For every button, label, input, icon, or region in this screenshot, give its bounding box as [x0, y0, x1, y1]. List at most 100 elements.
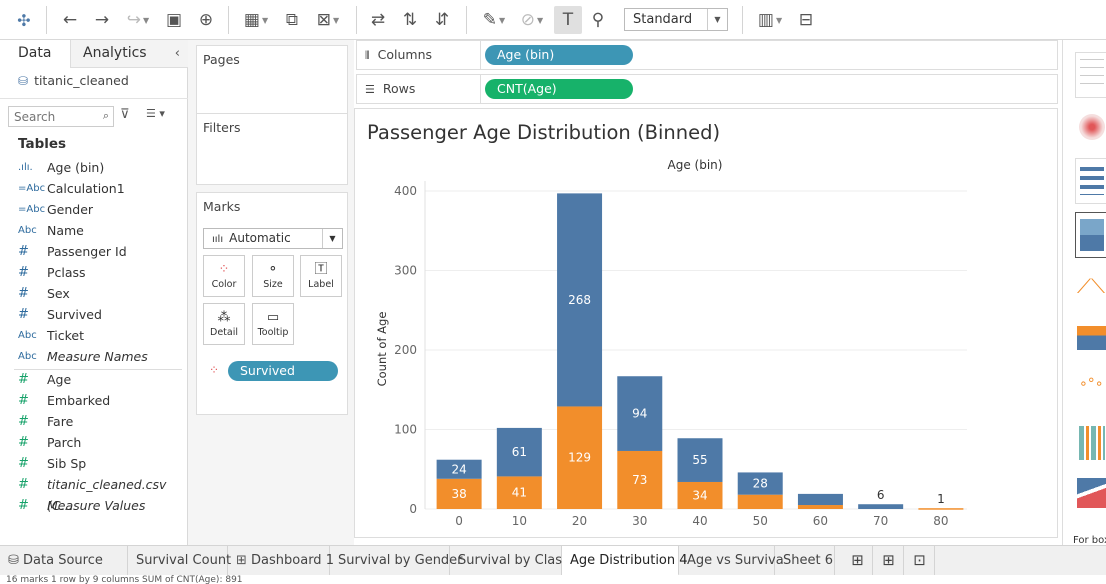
field-measure-names[interactable]: Abc Measure Names	[0, 346, 188, 367]
clear-sheet-icon[interactable]: ⊠ ▼	[310, 6, 346, 34]
sheet-tab-label: Data Source	[23, 553, 103, 568]
filter-icon[interactable]: ⊽	[120, 107, 130, 122]
save-icon[interactable]: ▣	[162, 6, 186, 34]
field-age[interactable]: # Age	[0, 369, 188, 390]
x-tick-label: 80	[933, 514, 948, 528]
horizontal-bars-thumbnail[interactable]	[1075, 158, 1106, 204]
show-mark-labels-icon[interactable]: T	[554, 6, 582, 34]
field-pclass[interactable]: # Pclass	[0, 262, 188, 283]
field-fare[interactable]: # Fare	[0, 411, 188, 432]
color-button[interactable]: ⁘ Color	[203, 255, 245, 297]
circle-views-thumbnail[interactable]: ∘°∘	[1075, 370, 1106, 416]
label-button[interactable]: 🅃 Label	[300, 255, 342, 297]
field-age-bin[interactable]: .ılı. Age (bin)	[0, 157, 188, 178]
stacked-bars-thumbnail[interactable]	[1075, 212, 1106, 258]
undo-icon[interactable]: ←	[58, 6, 82, 34]
detail-button[interactable]: ⁂ Detail	[203, 303, 245, 345]
string-type-icon: Abc	[18, 225, 37, 236]
chevron-down-icon: ▼	[707, 9, 727, 30]
fit-select[interactable]: Standard ▼	[624, 8, 728, 31]
sheet-tab-survival-by-gender[interactable]: Survival by Gender	[330, 546, 463, 576]
tableau-logo-icon[interactable]: ✣	[12, 6, 36, 34]
new-worksheet-icon[interactable]: ▦ ▼	[238, 6, 274, 34]
data-label: 38	[451, 487, 466, 501]
rows-shelf[interactable]: ☰ Rows CNT(Age)	[356, 74, 1058, 104]
sheet-tab-dashboard-1[interactable]: ⊞ Dashboard 1	[228, 546, 334, 576]
detail-icon: ⁂	[217, 310, 231, 325]
mark-type-select[interactable]: ıılı Automatic ▼	[203, 228, 343, 249]
age-bin-pill[interactable]: Age (bin)	[485, 45, 633, 65]
bar-chart: Age (bin) Count of Age 0 100 200 300 400 38 24 0 4…	[375, 158, 967, 528]
marks-title: Marks	[203, 199, 241, 214]
sort-descending-icon[interactable]: ⇵	[430, 6, 454, 34]
sheet-tab-label: Age vs Surviva	[687, 553, 784, 568]
group-members-icon[interactable]: ⊘ ▼	[514, 6, 550, 34]
sheet-tab-data-source[interactable]: ⛁ Data Source	[0, 546, 128, 576]
cnt-age-pill[interactable]: CNT(Age)	[485, 79, 633, 99]
new-dashboard-icon[interactable]: ⊞	[874, 546, 904, 576]
tab-analytics[interactable]: Analytics ‹	[70, 40, 188, 68]
lines-thumbnail[interactable]: ⟋⟍	[1075, 264, 1106, 310]
sheet-tab-age-distribution-4[interactable]: Age Distribution 4	[562, 546, 688, 576]
color-label: Color	[211, 279, 237, 290]
string-type-icon: Abc	[18, 330, 37, 341]
filters-card[interactable]: Filters	[196, 113, 348, 185]
sheet-tab-age-vs-surviva[interactable]: Age vs Surviva	[679, 546, 784, 576]
duplicate-sheet-icon[interactable]: ⧉	[280, 6, 304, 34]
columns-shelf[interactable]: ⫴ Columns Age (bin)	[356, 40, 1058, 70]
swap-rows-columns-icon[interactable]: ⇄	[366, 6, 390, 34]
field-ticket[interactable]: Abc Ticket	[0, 325, 188, 346]
highlight-table-thumbnail[interactable]	[1075, 420, 1106, 466]
sheet-tab-survival-by-class[interactable]: Survival by Class	[450, 546, 569, 576]
x-tick-label: 50	[753, 514, 768, 528]
replay-icon[interactable]: ↪ ▼	[120, 6, 156, 34]
datasource-row[interactable]: ⛁ titanic_cleaned	[18, 73, 129, 88]
data-label: 73	[632, 473, 647, 487]
tab-data[interactable]: Data	[0, 40, 70, 68]
new-datasource-icon[interactable]: ⊕	[194, 6, 218, 34]
size-button[interactable]: ⚬ Size	[252, 255, 294, 297]
field-measure-values[interactable]: # Measure Values	[0, 495, 188, 516]
map-thumbnail[interactable]	[1075, 106, 1106, 152]
y-tick-label: 0	[409, 502, 417, 516]
field-name[interactable]: Abc Name	[0, 220, 188, 241]
field-sex[interactable]: # Sex	[0, 283, 188, 304]
field-name: Parch	[47, 435, 82, 450]
fix-axes-icon[interactable]: ⚲	[586, 6, 610, 34]
collapse-icon[interactable]: ‹	[175, 40, 180, 67]
presentation-mode-icon[interactable]: ⊟	[794, 6, 818, 34]
shelves: ⫴ Columns Age (bin) ☰ Rows CNT(Age)	[354, 40, 1058, 104]
data-label: 34	[692, 488, 707, 502]
sheet-tab-sheet-6[interactable]: Sheet 6	[775, 546, 835, 576]
redo-icon[interactable]: →	[90, 6, 114, 34]
dual-lines-thumbnail[interactable]	[1075, 472, 1106, 518]
search-box[interactable]: ⌕	[8, 106, 114, 127]
highlight-icon[interactable]: ✎ ▼	[476, 6, 512, 34]
field-name: Age	[47, 372, 72, 387]
sort-ascending-icon[interactable]: ⇅	[398, 6, 422, 34]
survived-color-pill[interactable]: Survived	[228, 361, 338, 381]
search-input[interactable]	[9, 107, 93, 126]
new-story-icon[interactable]: ⊡	[905, 546, 935, 576]
field-titanic-cleaned-csv-c[interactable]: # titanic_cleaned.csv (C...	[0, 474, 188, 513]
field-passenger-id[interactable]: # Passenger Id	[0, 241, 188, 262]
field-gender[interactable]: =Abc Gender	[0, 199, 188, 220]
data-label: 1	[937, 492, 945, 506]
field-survived[interactable]: # Survived	[0, 304, 188, 325]
y-tick-label: 300	[394, 264, 417, 278]
field-sib-sp[interactable]: # Sib Sp	[0, 453, 188, 474]
number-type-icon: #	[18, 286, 29, 301]
text-table-thumbnail[interactable]	[1075, 52, 1106, 98]
view-options-icon[interactable]: ☰ ▾	[146, 107, 165, 120]
field-embarked[interactable]: # Embarked	[0, 390, 188, 411]
show-cards-icon[interactable]: ▥ ▼	[752, 6, 788, 34]
new-worksheet-icon[interactable]: ⊞	[843, 546, 873, 576]
tooltip-button[interactable]: ▭ Tooltip	[252, 303, 294, 345]
sheet-tab-label: Survival by Gender	[338, 553, 463, 568]
sheet-tab-survival-count[interactable]: Survival Count	[128, 546, 231, 576]
field-calculation1[interactable]: =Abc Calculation1	[0, 178, 188, 199]
x-tick-label: 70	[873, 514, 888, 528]
field-parch[interactable]: # Parch	[0, 432, 188, 453]
sheet-tab-label: Age Distribution 4	[570, 553, 688, 568]
area-thumbnail[interactable]	[1075, 316, 1106, 362]
